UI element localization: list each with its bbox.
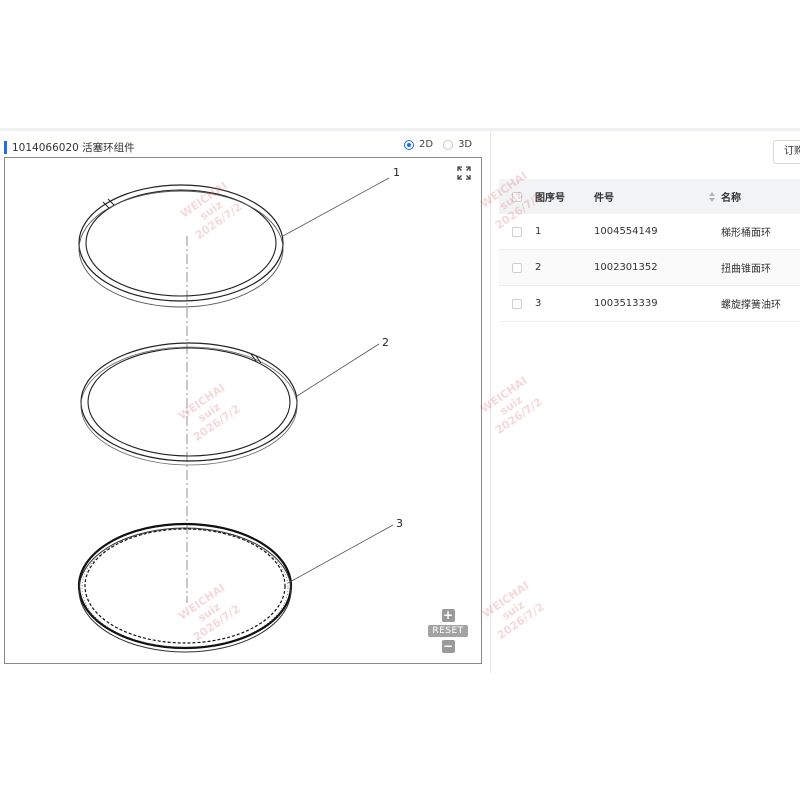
cell-part-no: 1002301352 <box>594 262 658 273</box>
order-button[interactable]: 订购 <box>773 140 800 164</box>
zoom-out-button[interactable]: − <box>441 640 455 653</box>
sort-icon[interactable] <box>708 191 716 202</box>
cell-index: 3 <box>535 298 542 309</box>
cell-name: 螺旋撑簧油环 <box>721 300 781 311</box>
ring-2[interactable] <box>80 342 298 466</box>
view-mode-toggle: 2D 3D <box>404 139 482 150</box>
callout-3[interactable]: 3 <box>396 517 403 530</box>
radio-3d-dot[interactable] <box>443 139 454 150</box>
zoom-controls: + RESET − <box>425 609 471 653</box>
panel-divider <box>490 131 491 673</box>
callout-1[interactable]: 1 <box>393 166 400 179</box>
radio-2d-label[interactable]: 2D <box>419 139 433 150</box>
cell-part-no: 1004554149 <box>594 226 658 237</box>
radio-2d-dot[interactable] <box>404 139 414 150</box>
table-row[interactable]: 1 1004554149 梯形桶面环 <box>499 214 800 250</box>
watermark: WEICHAI suiz 2026/7/2 <box>478 374 545 438</box>
select-all-checkbox[interactable] <box>512 191 522 202</box>
column-header-name: 名称 <box>721 193 741 204</box>
title-accent-bar <box>4 140 7 154</box>
radio-3d-label[interactable]: 3D <box>458 139 472 150</box>
top-divider <box>0 128 800 131</box>
assembly-title: 1014066020 活塞环组件 <box>4 139 135 155</box>
fullscreen-icon[interactable] <box>457 166 471 180</box>
column-header-part-no[interactable]: 件号 <box>594 189 720 204</box>
table-header: 图序号 件号 名称 <box>499 179 800 214</box>
table-row[interactable]: 2 1002301352 扭曲锥面环 <box>499 250 800 286</box>
radio-3d[interactable]: 3D <box>443 139 472 150</box>
leader-line-3 <box>287 524 394 584</box>
callout-2[interactable]: 2 <box>382 336 389 349</box>
ring-3[interactable] <box>77 522 293 653</box>
cell-name: 扭曲锥面环 <box>721 264 771 275</box>
cell-name: 梯形桶面环 <box>721 228 771 239</box>
cell-index: 2 <box>535 262 542 273</box>
exploded-view-drawing: 1 2 3 <box>77 166 403 653</box>
row-checkbox[interactable] <box>512 298 522 309</box>
row-checkbox[interactable] <box>512 226 522 237</box>
column-header-part-no-label: 件号 <box>594 193 614 204</box>
leader-line-2 <box>296 343 380 397</box>
row-checkbox[interactable] <box>512 262 522 273</box>
column-header-index: 图序号 <box>535 193 565 204</box>
drawing-viewer[interactable]: 1 2 3 + RESET − <box>4 157 482 664</box>
parts-table: 图序号 件号 名称 1 1004554149 梯形桶面环 2 100230135… <box>499 179 800 322</box>
cell-index: 1 <box>535 226 542 237</box>
radio-2d[interactable]: 2D <box>404 139 433 150</box>
ring-1[interactable] <box>78 184 284 308</box>
cell-part-no: 1003513339 <box>594 298 658 309</box>
assembly-title-text: 1014066020 活塞环组件 <box>12 141 135 154</box>
table-row[interactable]: 3 1003513339 螺旋撑簧油环 <box>499 286 800 322</box>
zoom-in-button[interactable]: + <box>441 609 455 622</box>
leader-line-1 <box>282 177 390 237</box>
reset-button[interactable]: RESET <box>428 625 468 637</box>
